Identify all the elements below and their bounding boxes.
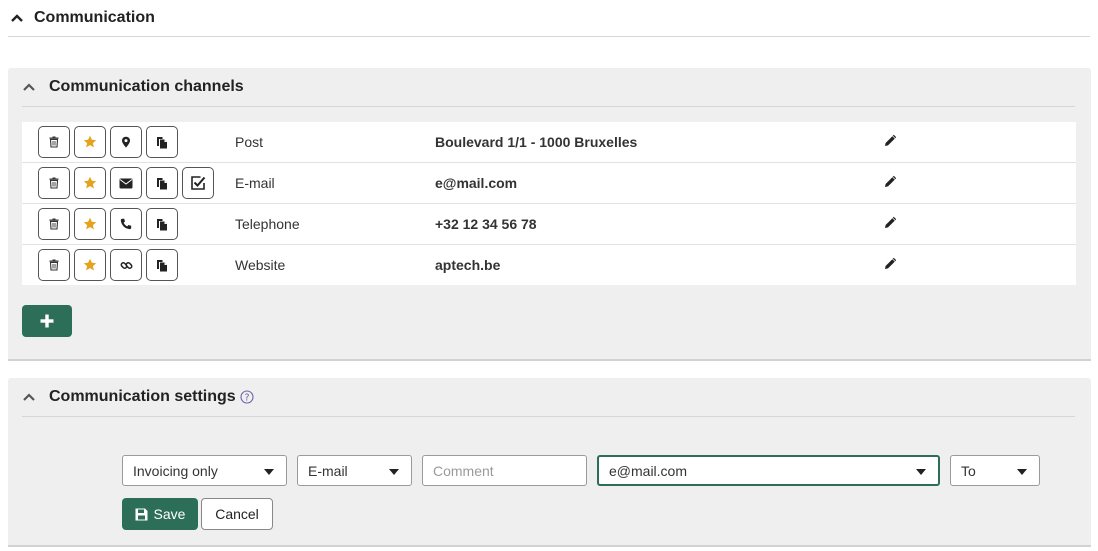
copy-icon: [157, 136, 167, 148]
section-title: Communication: [34, 9, 155, 26]
caret-down-icon: [1017, 469, 1027, 475]
caret-down-icon: [264, 469, 274, 475]
channels-table: Post Boulevard 1/1 - 1000 Bruxelles E-ma…: [22, 122, 1076, 285]
pencil-icon: [885, 175, 897, 187]
trash-icon: [49, 218, 59, 230]
settings-panel-header[interactable]: Communication settings ?: [22, 378, 1075, 417]
pencil-icon: [885, 216, 897, 228]
recipient-select[interactable]: To: [950, 455, 1040, 486]
cancel-button[interactable]: Cancel: [201, 498, 273, 530]
channel-value: Boulevard 1/1 - 1000 Bruxelles: [435, 134, 638, 150]
edit-button[interactable]: [884, 174, 898, 193]
channel-type-button[interactable]: [110, 208, 142, 240]
pencil-icon: [885, 134, 897, 146]
cancel-button-label: Cancel: [215, 506, 259, 522]
delete-button[interactable]: [38, 208, 70, 240]
comment-placeholder: Comment: [433, 462, 494, 479]
svg-text:?: ?: [244, 392, 249, 403]
favorite-button[interactable]: [74, 167, 106, 199]
trash-icon: [49, 259, 59, 271]
checkbox-check-icon: [191, 176, 206, 190]
channel-type-button[interactable]: [110, 126, 142, 158]
channel-type-button[interactable]: [110, 167, 142, 199]
purpose-select-value: Invoicing only: [133, 462, 218, 479]
trash-icon: [49, 177, 59, 189]
copy-icon: [157, 259, 167, 271]
help-icon[interactable]: ?: [240, 390, 254, 404]
table-row: E-mail e@mail.com: [22, 163, 1076, 204]
edit-button[interactable]: [884, 215, 898, 234]
channels-panel-title: Communication channels: [49, 78, 244, 95]
edit-button[interactable]: [884, 256, 898, 275]
channel-type-label: Post: [235, 134, 264, 150]
copy-icon: [157, 218, 167, 230]
pencil-icon: [885, 257, 897, 269]
save-button[interactable]: Save: [122, 498, 198, 530]
star-icon: [83, 258, 97, 271]
address-select[interactable]: e@mail.com: [597, 455, 940, 486]
table-row: Post Boulevard 1/1 - 1000 Bruxelles: [22, 122, 1076, 163]
channel-select-value: E-mail: [308, 462, 348, 479]
favorite-button[interactable]: [74, 126, 106, 158]
delete-button[interactable]: [38, 167, 70, 199]
channel-select[interactable]: E-mail: [297, 455, 412, 486]
star-icon: [83, 217, 97, 230]
purpose-select[interactable]: Invoicing only: [122, 455, 287, 486]
channel-value: aptech.be: [435, 257, 501, 273]
floppy-disk-icon: [135, 508, 148, 520]
phone-icon: [120, 218, 132, 230]
save-button-label: Save: [153, 506, 186, 522]
chevron-up-icon[interactable]: [22, 80, 36, 94]
communication-channels-panel: Communication channels Post Boulevard 1/…: [8, 68, 1091, 361]
channel-value: e@mail.com: [435, 175, 518, 191]
comment-input[interactable]: Comment: [422, 455, 587, 486]
edit-button[interactable]: [884, 133, 898, 152]
channel-type-label: Telephone: [235, 216, 300, 232]
channel-value: +32 12 34 56 78: [435, 216, 537, 232]
link-icon: [120, 261, 132, 269]
envelope-icon: [119, 178, 133, 188]
delete-button[interactable]: [38, 126, 70, 158]
star-icon: [83, 176, 97, 189]
copy-button[interactable]: [146, 126, 178, 158]
plus-icon: [40, 314, 54, 328]
copy-button[interactable]: [146, 249, 178, 281]
favorite-button[interactable]: [74, 208, 106, 240]
favorite-button[interactable]: [74, 249, 106, 281]
channel-type-label: Website: [235, 257, 286, 273]
chevron-up-icon[interactable]: [22, 390, 36, 404]
communication-settings-panel: Communication settings ? Invoicing only …: [8, 378, 1091, 547]
caret-down-icon: [916, 469, 926, 475]
caret-down-icon: [389, 469, 399, 475]
add-channel-button[interactable]: [22, 305, 72, 337]
channel-type-label: E-mail: [235, 175, 275, 191]
verify-button[interactable]: [182, 167, 214, 199]
recipient-select-value: To: [961, 462, 976, 479]
settings-panel-title: Communication settings: [49, 388, 236, 405]
copy-icon: [157, 177, 167, 189]
table-row: Telephone +32 12 34 56 78: [22, 204, 1076, 245]
map-marker-icon: [122, 136, 130, 148]
copy-button[interactable]: [146, 208, 178, 240]
delete-button[interactable]: [38, 249, 70, 281]
trash-icon: [49, 136, 59, 148]
star-icon: [83, 135, 97, 148]
copy-button[interactable]: [146, 167, 178, 199]
channels-panel-header[interactable]: Communication channels: [22, 68, 1075, 107]
communication-section-header[interactable]: Communication: [8, 0, 1090, 37]
channel-type-button[interactable]: [110, 249, 142, 281]
chevron-up-icon[interactable]: [10, 11, 24, 25]
address-select-value: e@mail.com: [609, 462, 688, 479]
table-row: Website aptech.be: [22, 245, 1076, 285]
